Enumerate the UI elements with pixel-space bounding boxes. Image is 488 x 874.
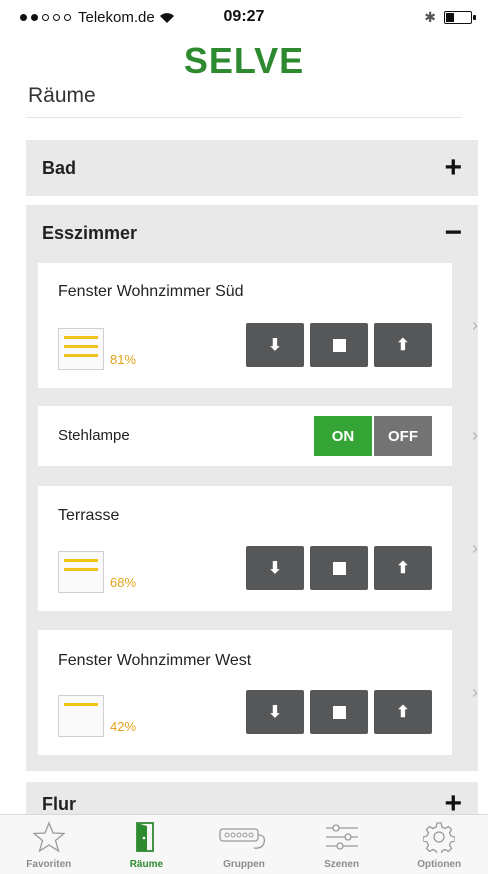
stop-button[interactable] [310,546,368,590]
position-percent: 68% [110,575,137,590]
room-header-bad[interactable]: Bad + [26,140,478,196]
selve-logo: SELVE [183,40,305,81]
blind-icon [58,695,104,737]
sliders-icon [325,824,358,850]
status-bar: Telekom.de 09:27 ✱ [0,0,488,36]
arrow-up-icon: ⬆ [396,704,410,721]
room-name: Esszimmer [42,222,138,243]
up-button[interactable]: ⬆ [374,546,432,590]
tab-favoriten[interactable]: Favoriten [0,815,98,874]
divider [26,117,462,118]
tab-bar: Favoriten Räume Gruppen Szenen Optionen [0,814,488,874]
device-card-blind[interactable]: Terrasse 68% ⬇ ⬆ › [38,486,478,611]
tab-raeume[interactable]: Räume [98,815,196,874]
blind-icon [58,328,104,370]
stop-icon [332,705,346,719]
arrow-up-icon: ⬆ [396,560,410,577]
on-button[interactable]: ON [314,416,372,456]
arrow-down-icon: ⬇ [268,560,282,577]
stop-icon [332,338,346,352]
collapse-icon[interactable]: − [444,218,462,248]
off-button[interactable]: OFF [374,416,432,456]
blind-icon [58,551,104,593]
device-name: Fenster Wohnzimmer Süd [58,283,244,300]
tab-label: Gruppen [223,859,265,870]
room-name: Bad [42,157,77,178]
tab-label: Räume [129,859,164,870]
room-panel-bad: Bad + [26,140,478,196]
battery-icon [444,11,476,24]
device-name: Fenster Wohnzimmer West [58,652,252,669]
chevron-right-icon[interactable]: › [472,425,478,446]
down-button[interactable]: ⬇ [246,690,304,734]
page-title: Räume [28,84,96,107]
tab-szenen[interactable]: Szenen [293,815,391,874]
tab-gruppen[interactable]: Gruppen [195,815,293,874]
chevron-right-icon[interactable]: › [472,538,478,559]
device-name: Terrasse [58,507,120,524]
expand-icon[interactable]: + [444,153,462,183]
arrow-down-icon: ⬇ [268,704,282,721]
tab-label: Szenen [324,859,360,870]
stop-button[interactable] [310,323,368,367]
tab-label: Optionen [417,859,462,870]
gear-icon [423,822,456,853]
up-button[interactable]: ⬆ [374,690,432,734]
group-icon [219,828,266,849]
down-button[interactable]: ⬇ [246,323,304,367]
position-percent: 81% [110,352,137,367]
door-icon [136,822,155,852]
room-header-esszimmer[interactable]: Esszimmer − [26,205,478,261]
tab-label: Favoriten [26,859,72,870]
chevron-right-icon[interactable]: › [472,315,478,336]
star-icon [32,821,65,853]
arrow-down-icon: ⬇ [268,337,282,354]
bluetooth-icon: ✱ [424,9,436,25]
arrow-up-icon: ⬆ [396,337,410,354]
device-card-blind[interactable]: Fenster Wohnzimmer West 42% ⬇ ⬆ › [38,630,478,755]
down-button[interactable]: ⬇ [246,546,304,590]
device-card-switch[interactable]: Stehlampe ON OFF › [38,406,478,466]
chevron-right-icon[interactable]: › [472,682,478,703]
up-button[interactable]: ⬆ [374,323,432,367]
stop-icon [332,561,346,575]
position-percent: 42% [110,719,137,734]
tab-optionen[interactable]: Optionen [390,815,488,874]
clock: 09:27 [223,8,265,25]
stop-button[interactable] [310,690,368,734]
room-name: Flur [42,793,76,814]
device-name: Stehlampe [58,427,130,444]
device-card-blind[interactable]: Fenster Wohnzimmer Süd 81% ⬇ ⬆ › [38,263,478,388]
